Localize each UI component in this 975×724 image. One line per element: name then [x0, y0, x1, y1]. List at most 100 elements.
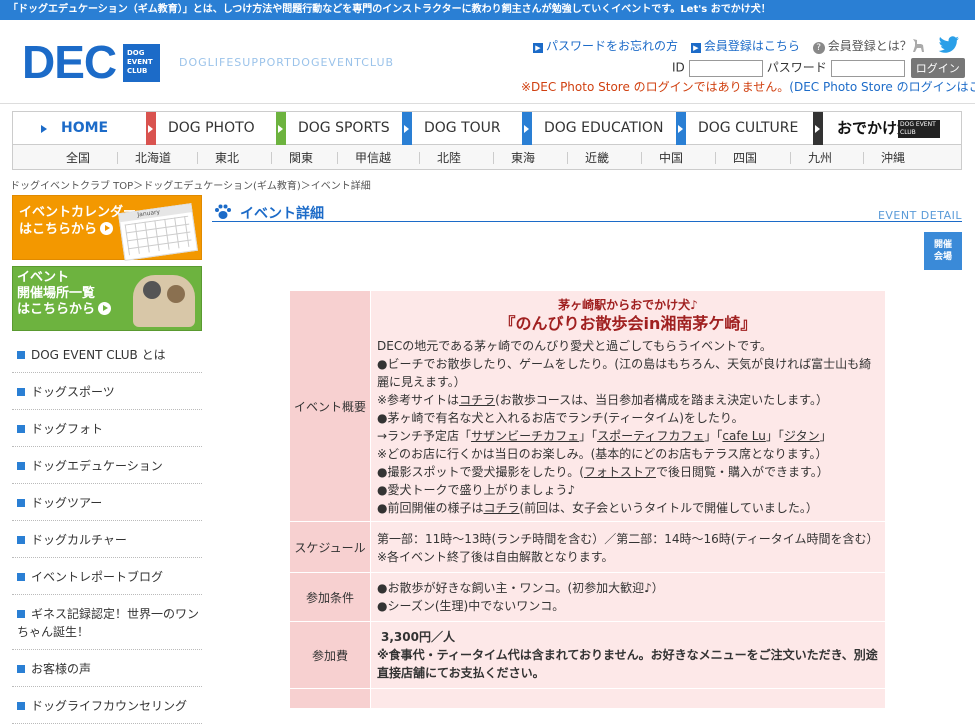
region-link[interactable]: 北陸 [437, 146, 461, 170]
password-input[interactable] [830, 59, 905, 77]
schedule-content: 第一部：11時～13時(ランチ時間を含む）／第二部：14時～16時(ティータイム… [370, 521, 886, 573]
sidebar-menu-label: ドッグエデュケーション [31, 459, 163, 473]
nav-home[interactable]: HOME [61, 112, 108, 145]
login-form: ID パスワード ログイン [672, 58, 965, 78]
dogs-image [133, 275, 195, 327]
tagline: DOGLIFESUPPORTDOGEVENTCLUB [179, 56, 395, 69]
play-icon [100, 222, 114, 235]
nav-dog-tour[interactable]: DOG TOUR [424, 112, 501, 145]
sidebar-menu-label: ドッグフォト [31, 422, 104, 436]
square-bullet-icon [17, 536, 25, 544]
about-membership-link[interactable]: ? 会員登録とは？ [812, 37, 912, 54]
region-link[interactable]: 甲信越 [355, 146, 391, 170]
region-link[interactable]: 四国 [733, 146, 757, 170]
sidebar-menu-item[interactable]: ドッグツアー [12, 484, 202, 521]
forgot-password-label: パスワードをお忘れの方 [546, 39, 679, 53]
register-link[interactable]: ▶ 会員登録はこちら [690, 37, 800, 54]
square-bullet-icon [17, 610, 25, 618]
cafe-lu-link[interactable]: cafe Lu [722, 429, 765, 443]
reference-site-link[interactable]: コチラ [459, 393, 495, 407]
calendar-month: January [136, 208, 161, 219]
venue-button[interactable]: 開催 会場 [924, 232, 962, 270]
overview-row: イベント概要 茅ヶ崎駅からおでかけ犬♪ 『のんびりお散歩会in湘南茅ケ崎』 DE… [289, 290, 886, 522]
text: 」「 [765, 429, 784, 443]
login-button[interactable]: ログイン [910, 58, 965, 78]
forgot-password-link[interactable]: ▶ パスワードをお忘れの方 [533, 37, 678, 54]
dog-tour-marker-icon [402, 112, 412, 145]
text: ●撮影スポットで愛犬撮影をしたり。( [377, 465, 584, 479]
venue-list-banner[interactable]: イベント 開催場所一覧 はこちらから [12, 266, 202, 331]
calendar-banner-line2: はこちらから [19, 222, 98, 237]
sidebar-menu-label: ドッグカルチャー [31, 533, 127, 547]
sidebar-menu-item[interactable]: イベントレポートブログ [12, 558, 202, 595]
section-title: イベント詳細 [240, 206, 324, 222]
sidebar-menu-item[interactable]: ドッグスポーツ [12, 373, 202, 410]
region-link[interactable]: 中国 [659, 146, 683, 170]
overview-content: 茅ヶ崎駅からおでかけ犬♪ 『のんびりお散歩会in湘南茅ケ崎』 DECの地元である… [370, 290, 886, 522]
nav-dog-photo[interactable]: DOG PHOTO [168, 112, 255, 145]
sidebar-menu-label: お客様の声 [31, 662, 92, 676]
overview-line: →ランチ予定店「サザンビーチカフェ」「スポーティフカフェ」「cafe Lu」「ジ… [377, 427, 879, 445]
southern-beach-cafe-link[interactable]: サザンビーチカフェ [471, 429, 579, 443]
venue-banner-line2: 開催場所一覧 [17, 286, 96, 301]
id-input[interactable] [688, 59, 763, 77]
sidebar-menu-item[interactable]: ドッグフォト [12, 410, 202, 447]
sidebar-menu-label: ドッグライフカウンセリング [31, 699, 188, 713]
sportif-cafe-link[interactable]: スポーティフカフェ [597, 429, 704, 443]
region-link[interactable]: 沖縄 [881, 146, 905, 170]
sidebar-menu-item[interactable]: ドッグライフカウンセリング [12, 687, 202, 724]
nav-categories: HOME DOG PHOTO DOG SPORTS DOG TOUR DOG E… [13, 112, 961, 145]
nav-dog-education[interactable]: DOG EDUCATION [544, 112, 663, 145]
region-separator [197, 152, 198, 164]
dog-sports-marker-icon [276, 112, 286, 145]
sidebar-menu-label: ドッグスポーツ [31, 385, 115, 399]
photo-store-link[interactable]: フォトストア [584, 465, 656, 479]
nav-dog-sports[interactable]: DOG SPORTS [298, 112, 390, 145]
sidebar-menu-item[interactable]: ドッグエデュケーション [12, 447, 202, 484]
square-bullet-icon [17, 425, 25, 433]
arrow-icon: ▶ [533, 43, 543, 53]
sidebar-menu-item[interactable]: ドッグカルチャー [12, 521, 202, 558]
photo-store-login-link[interactable]: (DEC Photo Store のログインはこちら) [789, 80, 975, 94]
region-separator [567, 152, 568, 164]
venue-banner-line1: イベント [17, 270, 70, 285]
previous-event-link[interactable]: コチラ [483, 501, 519, 515]
sidebar-menu-item[interactable]: お客様の声 [12, 650, 202, 687]
overview-label: イベント概要 [289, 290, 371, 522]
region-link[interactable]: 東北 [215, 146, 239, 170]
overview-line: ●茅ヶ崎で有名な犬と入れるお店でランチ(ティータイム)をしたり。 [377, 411, 744, 425]
photo-store-note-text: ※DEC Photo Store のログインではありません。 [521, 80, 790, 94]
square-bullet-icon [17, 573, 25, 581]
register-label: 会員登録はこちら [703, 39, 800, 53]
nav-dog-culture[interactable]: DOG CULTURE [698, 112, 798, 145]
region-link[interactable]: 関東 [289, 146, 313, 170]
arrow-icon: ▶ [690, 43, 701, 53]
region-nav: 全国 北海道 東北 関東 甲信越 北陸 東海 近畿 中国 四国 九州 沖縄 [13, 146, 961, 170]
gitanes-link[interactable]: ジタン [784, 429, 820, 443]
fee-content: 3,300円／人 ※食事代・ティータイム代は含まれておりません。お好きなメニュー… [370, 621, 886, 689]
text: ※参考サイトは [377, 393, 460, 407]
square-bullet-icon [17, 351, 25, 359]
odekake-logo-box: DOG EVENT CLUB [898, 120, 940, 138]
region-separator [863, 152, 864, 164]
sidebar-menu-item[interactable]: ギネス記録認定！世界一のワンちゃん誕生！ [12, 595, 202, 650]
venue-banner-line3: はこちらから [17, 302, 96, 317]
region-link[interactable]: 全国 [66, 146, 90, 170]
event-calendar-banner[interactable]: イベントカレンダー はこちらから January [12, 195, 202, 261]
square-bullet-icon [17, 499, 25, 507]
region-link[interactable]: 九州 [808, 146, 832, 170]
region-link[interactable]: 近畿 [585, 146, 609, 170]
region-separator [337, 152, 338, 164]
square-bullet-icon [17, 702, 25, 710]
odekake-marker-icon [813, 112, 823, 145]
schedule-line: ※各イベント終了後は自由解散となります。 [377, 550, 614, 564]
twitter-icon[interactable] [938, 36, 960, 54]
region-link[interactable]: 北海道 [135, 146, 171, 170]
overview-line: ※どのお店に行くかは当日のお楽しみ。(基本的にどのお店もテラス席となります。） [377, 447, 828, 461]
square-bullet-icon [17, 388, 25, 396]
overview-line: ●愛犬トークで盛り上がりましょう♪ [377, 483, 576, 497]
dog-icon[interactable] [910, 37, 926, 53]
sidebar-menu-item[interactable]: DOG EVENT CLUB とは [12, 336, 202, 373]
region-link[interactable]: 東海 [511, 146, 535, 170]
text: (お散歩コースは、当日参加者構成を踏まえ決定いたします。） [495, 393, 828, 407]
